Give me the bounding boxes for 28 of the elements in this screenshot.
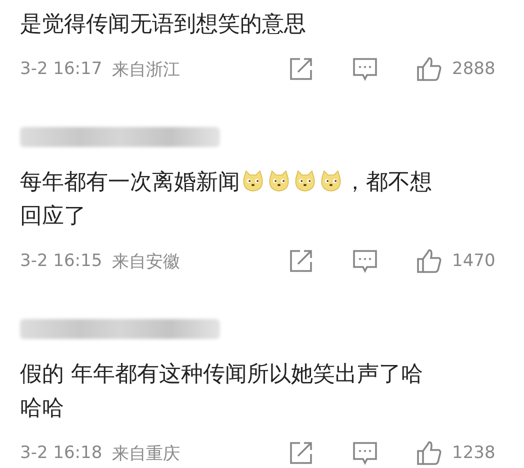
- share-icon[interactable]: [288, 248, 314, 274]
- comment-text: 每年都有一次离婚新闻: [20, 170, 240, 195]
- comment-icon[interactable]: [352, 56, 378, 82]
- comment-icon[interactable]: [352, 440, 378, 466]
- like-count: 2888: [452, 59, 496, 79]
- like-count: 1470: [452, 251, 496, 271]
- dog-emoji-icon: [293, 169, 317, 193]
- comment-icon[interactable]: [352, 248, 378, 274]
- comment-location: 来自浙江: [112, 58, 182, 80]
- comment-location: 来自重庆: [112, 442, 182, 464]
- comment-text: 哈哈: [20, 396, 64, 421]
- like-count: 1238: [452, 443, 496, 463]
- thumbs-up-icon[interactable]: [416, 440, 442, 466]
- comment-text: 是觉得传闻无语到想笑的意思: [20, 12, 306, 37]
- comment-text: 回应了: [20, 204, 86, 229]
- share-icon[interactable]: [288, 56, 314, 82]
- comment-time: 3-2 16:15: [20, 251, 102, 271]
- comment-text: 假的 年年都有这种传闻所以她笑出声了哈: [20, 362, 423, 387]
- comment-text: ，都不想: [344, 170, 432, 195]
- comment-time: 3-2 16:17: [20, 59, 102, 79]
- thumbs-up-icon[interactable]: [416, 248, 442, 274]
- share-icon[interactable]: [288, 440, 314, 466]
- dog-emoji-icon: [241, 169, 265, 193]
- comment-location: 来自安徽: [112, 250, 182, 272]
- comment-time: 3-2 16:18: [20, 443, 102, 463]
- dog-emoji-icon: [267, 169, 291, 193]
- dog-emoji-icon: [319, 169, 343, 193]
- thumbs-up-icon[interactable]: [416, 56, 442, 82]
